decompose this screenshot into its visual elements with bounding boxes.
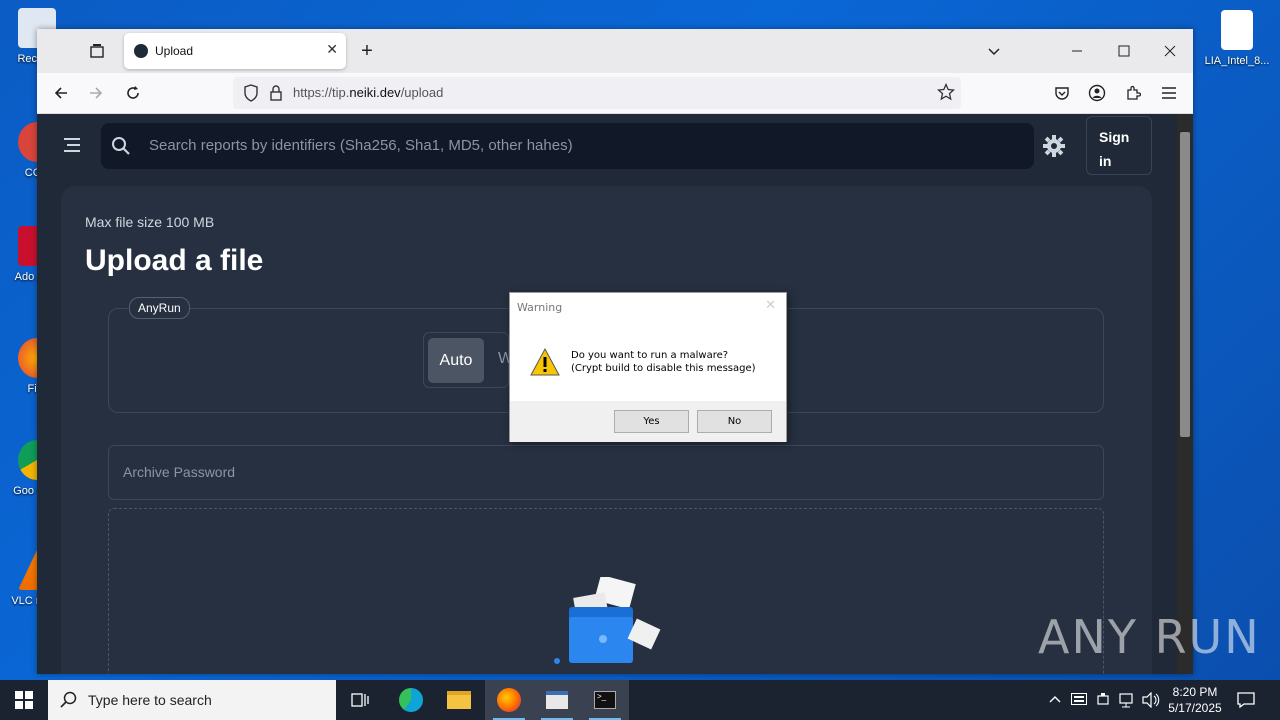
warning-icon [529, 347, 561, 381]
archive-password-input[interactable]: Archive Password [108, 445, 1104, 500]
max-file-size-text: Max file size 100 MB [85, 214, 215, 230]
notifications-icon[interactable] [1222, 680, 1270, 720]
volume-icon[interactable] [1142, 691, 1160, 711]
lock-icon[interactable] [269, 84, 283, 107]
app-window-taskbar-icon[interactable] [533, 680, 581, 720]
search-icon [111, 136, 131, 161]
search-icon [60, 691, 78, 714]
page-scrollbar[interactable] [1177, 114, 1193, 674]
navigation-bar: https://tip.neiki.dev/upload [37, 73, 1193, 114]
start-button[interactable] [0, 680, 48, 720]
menu-icon[interactable] [1154, 78, 1184, 108]
taskbar-search-box[interactable]: Type here to search [48, 680, 336, 720]
close-tab-icon[interactable]: ✕ [326, 41, 338, 58]
meet-now-icon[interactable] [1096, 692, 1110, 711]
terminal-icon: >_ [594, 691, 616, 709]
hamburger-menu-icon[interactable] [61, 134, 83, 161]
file-icon [1221, 10, 1253, 50]
site-favicon-icon [134, 44, 148, 58]
settings-gear-icon[interactable] [1042, 134, 1066, 163]
page-title: Upload a file [85, 244, 264, 277]
forward-icon[interactable] [81, 78, 111, 108]
edge-taskbar-icon[interactable] [387, 680, 435, 720]
url-text[interactable]: https://tip.neiki.dev/upload [293, 85, 443, 100]
dialog-footer: Yes No [510, 401, 786, 442]
mode-auto-button[interactable]: Auto [428, 338, 484, 383]
warning-dialog: Warning ✕ Do you want to run a malware? … [509, 292, 787, 442]
show-hidden-icons-chevron-icon[interactable] [1048, 692, 1062, 709]
keyboard-icon[interactable] [1071, 693, 1087, 708]
minimize-icon[interactable] [1062, 36, 1092, 66]
new-tab-icon[interactable]: + [352, 36, 382, 66]
task-view-icon[interactable] [336, 680, 384, 720]
report-search-input[interactable]: Search reports by identifiers (Sha256, S… [101, 123, 1034, 169]
yes-button[interactable]: Yes [614, 410, 689, 433]
cmd-taskbar-icon[interactable]: >_ [581, 680, 629, 720]
taskbar: Type here to search >_ 8:20 PM 5/17/2025 [0, 680, 1280, 720]
back-icon[interactable] [46, 78, 76, 108]
tab-overview-icon[interactable] [82, 36, 112, 66]
no-button[interactable]: No [697, 410, 772, 433]
bookmark-star-icon[interactable] [936, 82, 956, 106]
pocket-icon[interactable] [1047, 78, 1077, 108]
account-icon[interactable] [1082, 78, 1112, 108]
shield-icon[interactable] [243, 84, 259, 107]
network-icon[interactable] [1118, 692, 1134, 711]
anyrun-tag: AnyRun [129, 297, 190, 319]
sign-in-button[interactable]: Sign in [1086, 116, 1152, 175]
anyrun-watermark: ANY RUN [1038, 610, 1261, 664]
maximize-icon[interactable] [1109, 36, 1139, 66]
taskbar-clock[interactable]: 8:20 PM 5/17/2025 [1160, 684, 1230, 716]
windows-logo-icon [15, 691, 33, 709]
dialog-close-icon[interactable]: ✕ [765, 298, 776, 313]
desktop-icon-lia-intel[interactable]: LIA_Intel_8... [1202, 10, 1272, 68]
close-window-icon[interactable] [1155, 36, 1185, 66]
list-tabs-chevron-icon[interactable] [979, 36, 1009, 66]
dialog-message: Do you want to run a malware? (Crypt bui… [571, 350, 756, 374]
folder-illustration-icon [539, 574, 679, 674]
tab-bar: Upload ✕ + [37, 29, 1193, 73]
scrollbar-thumb[interactable] [1180, 132, 1190, 437]
dialog-title: Warning [517, 301, 563, 314]
firefox-taskbar-icon[interactable] [485, 680, 533, 720]
tab-upload[interactable]: Upload ✕ [124, 33, 346, 69]
extensions-icon[interactable] [1118, 78, 1148, 108]
address-bar[interactable]: https://tip.neiki.dev/upload [233, 77, 961, 109]
reload-icon[interactable] [118, 78, 148, 108]
file-dropzone[interactable] [108, 508, 1104, 674]
file-explorer-taskbar-icon[interactable] [435, 680, 483, 720]
